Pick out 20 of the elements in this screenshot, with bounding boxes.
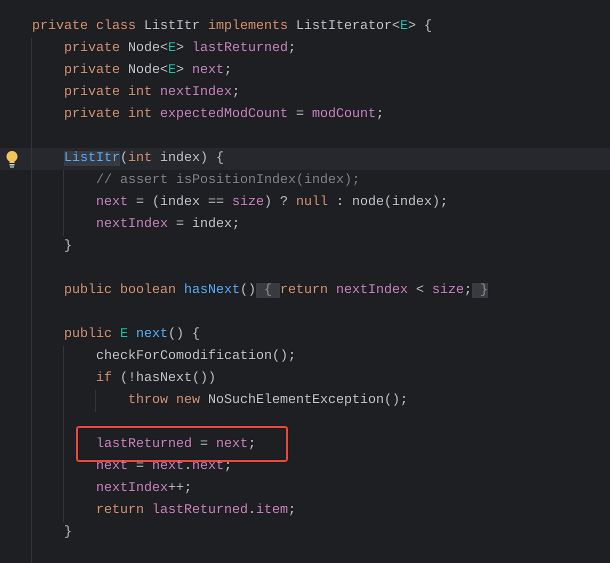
code-line: nextIndex++; [95, 480, 193, 498]
code-line: if (!hasNext()) [95, 370, 217, 388]
code-line: private int expectedModCount = modCount; [63, 106, 385, 124]
code-line: next = (index == size) ? null : node(index); [95, 194, 449, 212]
code-line: private int nextIndex; [63, 84, 241, 102]
code-line: nextIndex = index; [95, 216, 241, 234]
lightbulb-icon[interactable] [5, 150, 19, 168]
code-line: // assert isPositionIndex(index); [95, 172, 361, 190]
code-line: checkForComodification(); [95, 348, 297, 366]
code-line: private class ListItr implements ListIterator<E> { [31, 18, 433, 36]
code-line: private Node<E> lastReturned; [63, 40, 297, 58]
code-line: private Node<E> next; [63, 62, 233, 80]
code-line: } [63, 238, 73, 256]
code-line: next = next.next; [95, 458, 233, 476]
code-line: lastReturned = next; [95, 436, 257, 454]
code-line: throw new NoSuchElementException(); [127, 392, 409, 410]
code-line: public E next() { [63, 326, 201, 344]
code-line: } [63, 524, 73, 542]
code-line: public boolean hasNext() { return nextIndex < size; } [63, 282, 489, 300]
code-line: return lastReturned.item; [95, 502, 297, 520]
